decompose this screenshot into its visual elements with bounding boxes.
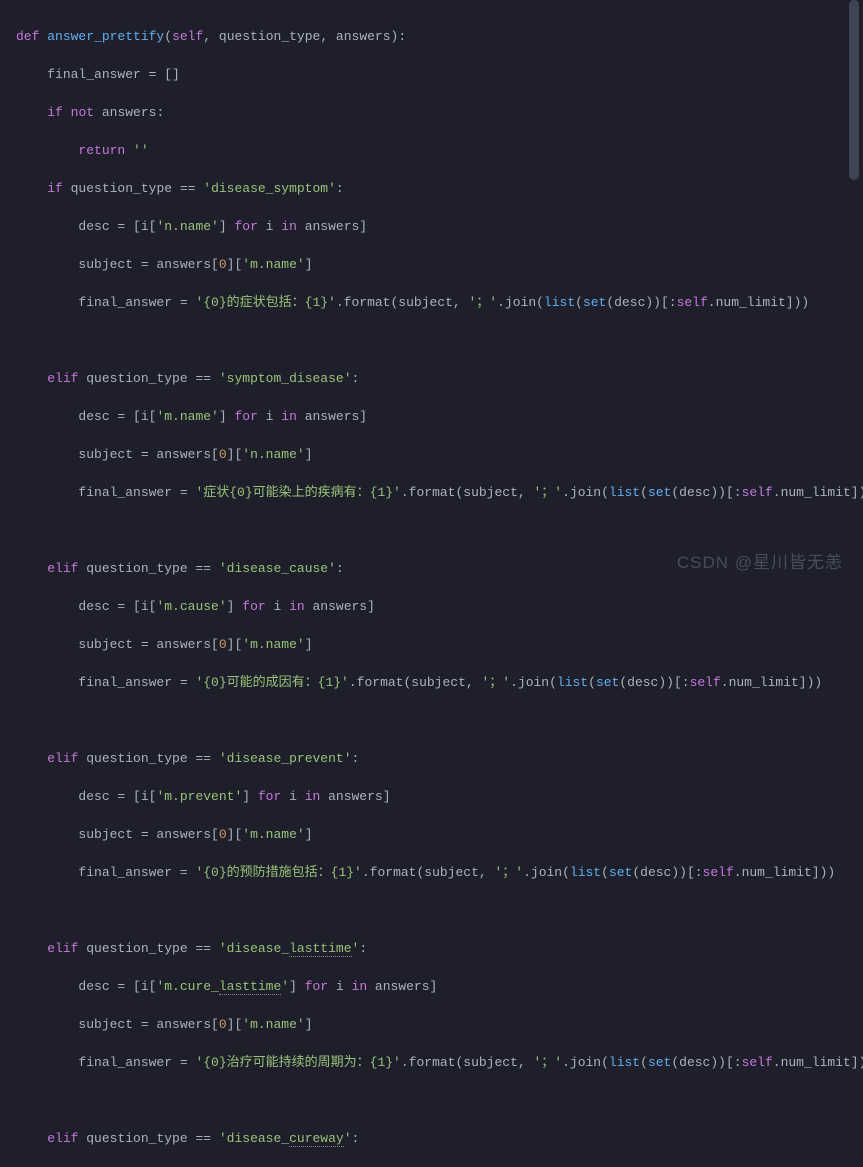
code-line: subject = answers[0]['m.name']: [16, 1015, 863, 1034]
code-line: desc = [i['m.cure_lasttime'] for i in an…: [16, 977, 863, 996]
code-line: if question_type == 'disease_symptom':: [16, 179, 863, 198]
code-line: [16, 331, 863, 350]
code-line: elif question_type == 'symptom_disease':: [16, 369, 863, 388]
code-line: [16, 521, 863, 540]
code-line: final_answer = '{0}的症状包括：{1}'.format(sub…: [16, 293, 863, 312]
scrollbar[interactable]: [851, 0, 861, 584]
code-line: elif question_type == 'disease_lasttime'…: [16, 939, 863, 958]
code-line: final_answer = []: [16, 65, 863, 84]
code-line: final_answer = '{0}的预防措施包括：{1}'.format(s…: [16, 863, 863, 882]
code-line: final_answer = '症状{0}可能染上的疾病有：{1}'.forma…: [16, 483, 863, 502]
code-line: final_answer = '{0}治疗可能持续的周期为：{1}'.forma…: [16, 1053, 863, 1072]
code-line: [16, 901, 863, 920]
code-line: desc = [i['m.cause'] for i in answers]: [16, 597, 863, 616]
code-line: elif question_type == 'disease_cause':: [16, 559, 863, 578]
code-line: subject = answers[0]['n.name']: [16, 445, 863, 464]
code-line: subject = answers[0]['m.name']: [16, 825, 863, 844]
code-line: return '': [16, 141, 863, 160]
code-line: subject = answers[0]['m.name']: [16, 635, 863, 654]
code-line: desc = [i['m.prevent'] for i in answers]: [16, 787, 863, 806]
scroll-thumb[interactable]: [849, 0, 859, 180]
code-line: [16, 1091, 863, 1110]
code-line: desc = [i['m.name'] for i in answers]: [16, 407, 863, 426]
code-line: subject = answers[0]['m.name']: [16, 255, 863, 274]
code-line: if not answers:: [16, 103, 863, 122]
code-line: def answer_prettify(self, question_type,…: [16, 27, 863, 46]
code-line: elif question_type == 'disease_cureway':: [16, 1129, 863, 1148]
code-line: desc = [i['n.name'] for i in answers]: [16, 217, 863, 236]
code-line: [16, 711, 863, 730]
code-line: elif question_type == 'disease_prevent':: [16, 749, 863, 768]
code-line: final_answer = '{0}可能的成因有：{1}'.format(su…: [16, 673, 863, 692]
